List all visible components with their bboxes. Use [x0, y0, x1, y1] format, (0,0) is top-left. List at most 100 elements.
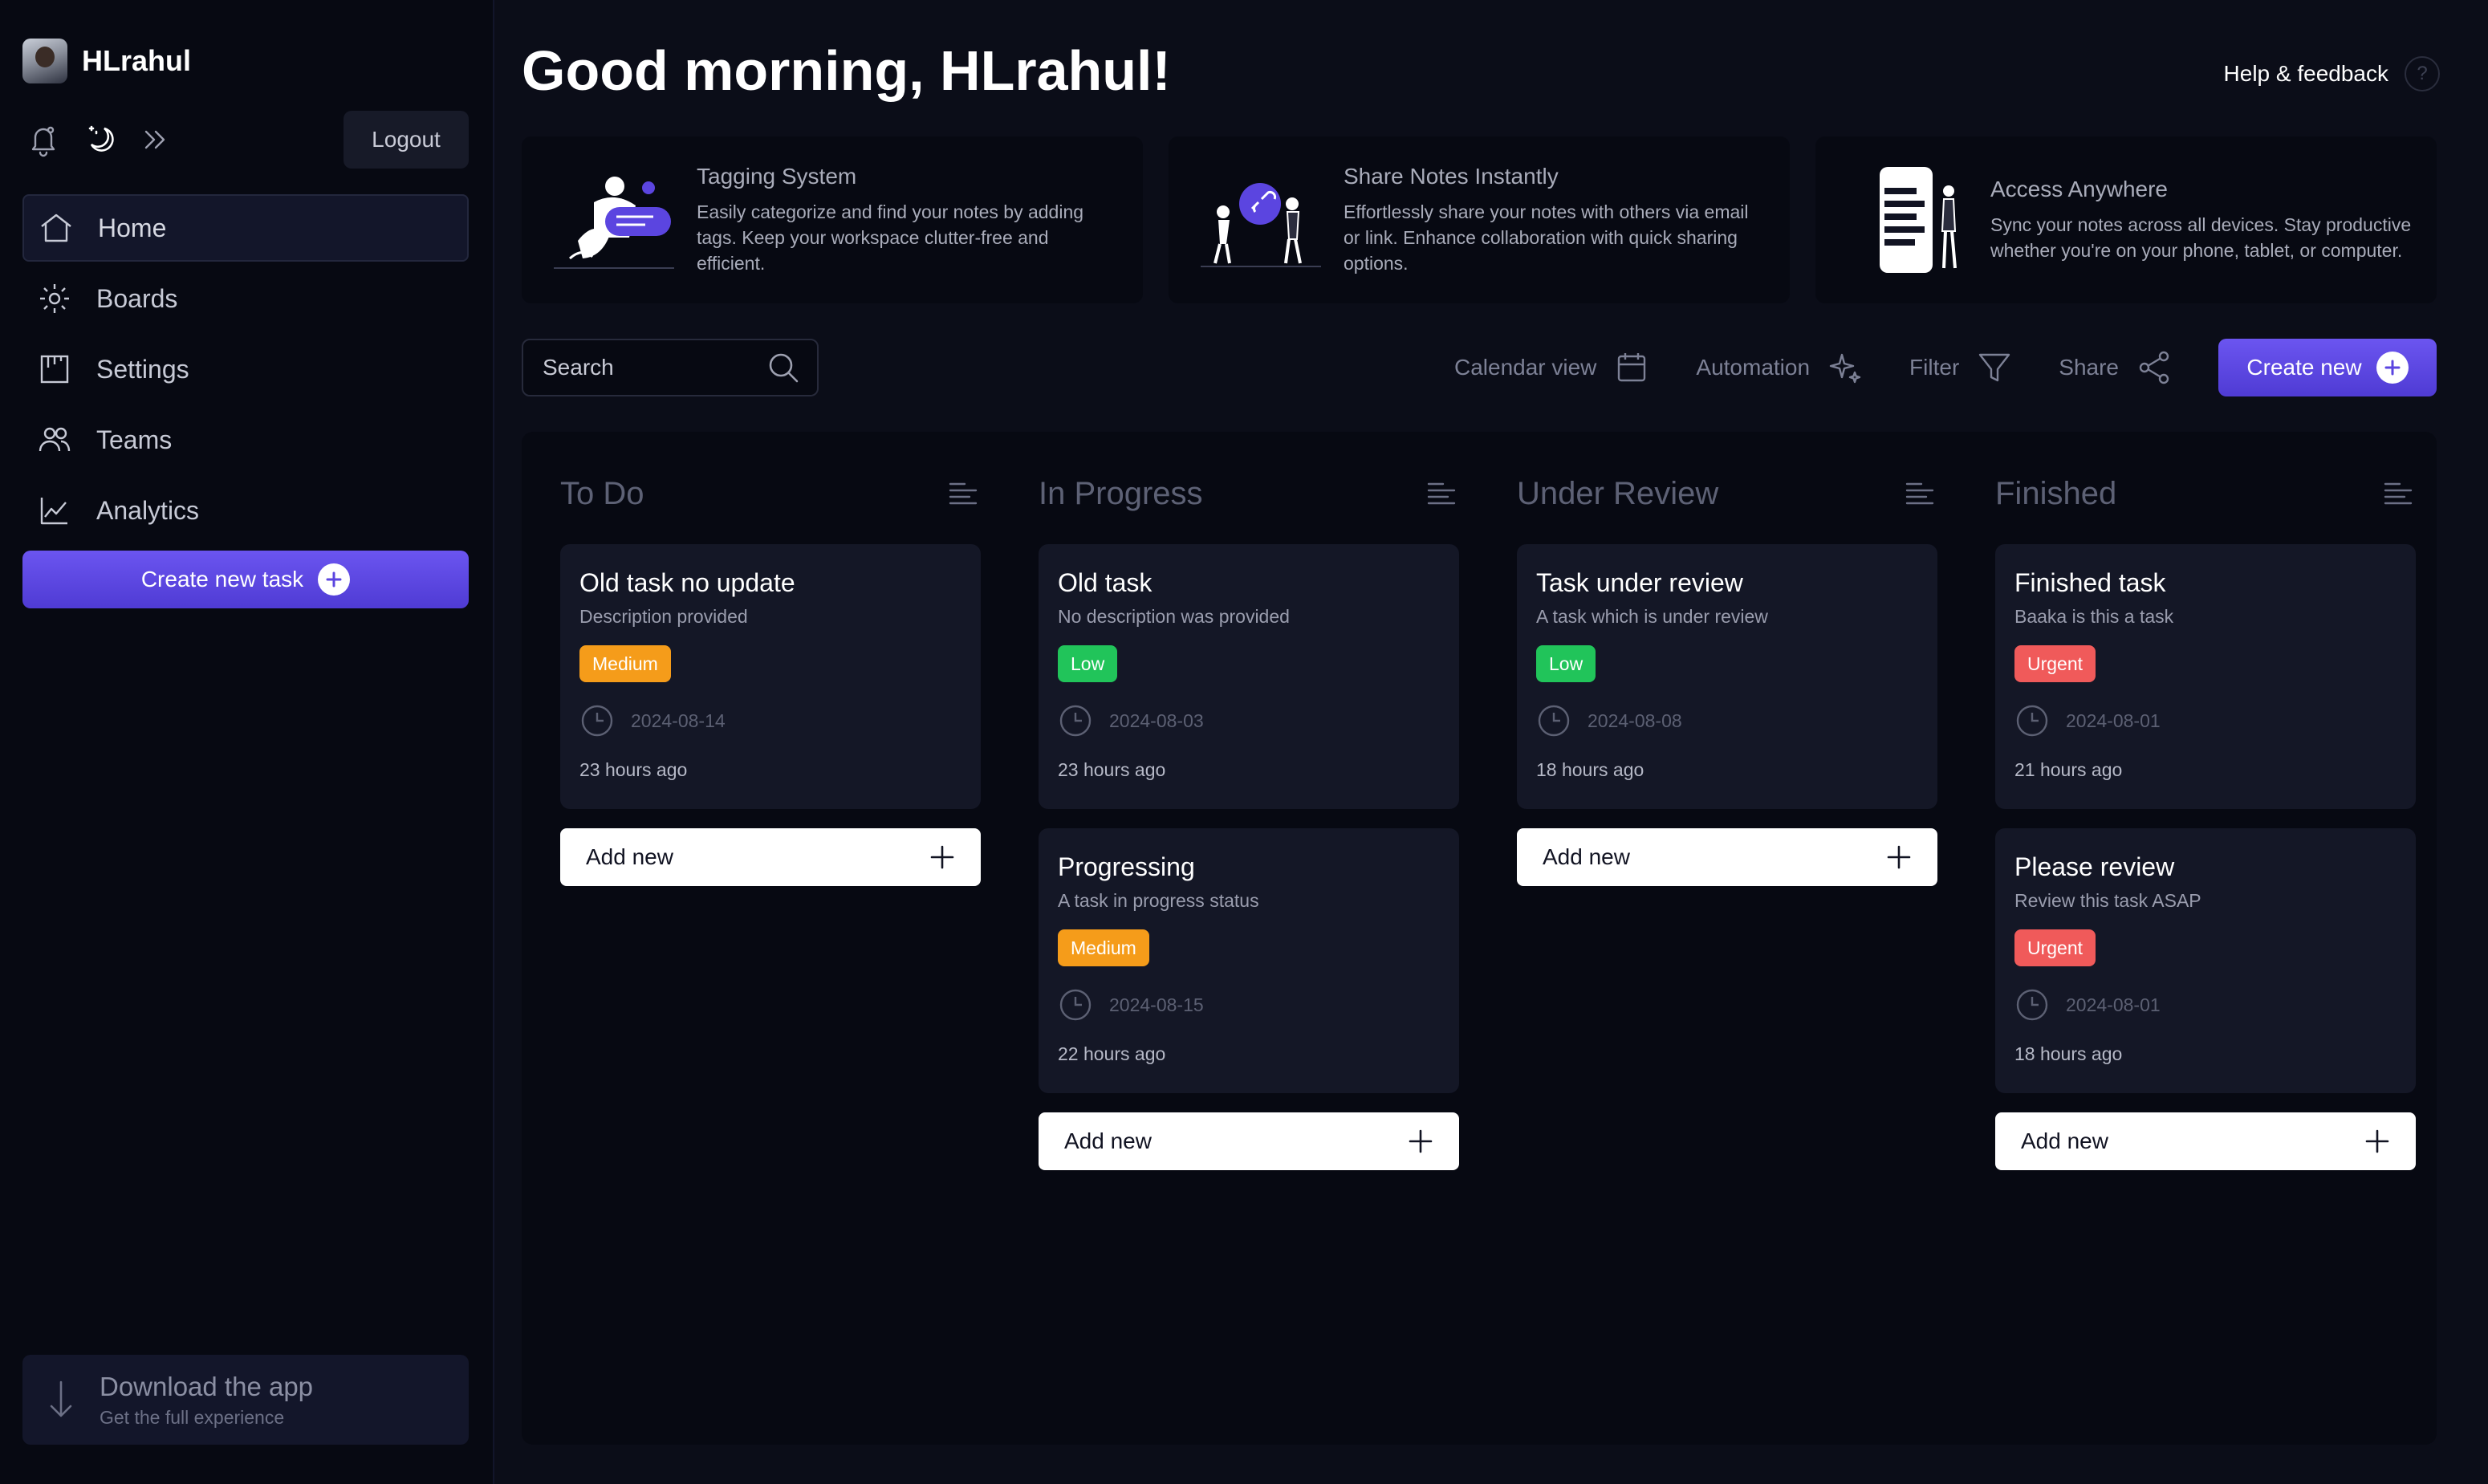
calendar-view-button[interactable]: Calendar view	[1454, 348, 1651, 387]
add-new-task-button[interactable]: Add new	[560, 828, 981, 886]
task-title: Old task no update	[579, 568, 795, 597]
task-description: Review this task ASAP	[2014, 890, 2201, 911]
add-new-task-button[interactable]: Add new	[1517, 828, 1937, 886]
board-toolbar: Calendar view Automation Filter Share Cr…	[1454, 339, 2437, 396]
plus-icon	[2376, 352, 2409, 384]
sidebar-item-label: Teams	[96, 425, 173, 454]
task-due-date: 2024-08-01	[2014, 987, 2397, 1023]
users-icon	[35, 421, 74, 459]
filter-button[interactable]: Filter	[1909, 348, 2014, 387]
add-new-task-button[interactable]: Add new	[1039, 1112, 1459, 1170]
sidebar-item-label: Home	[98, 213, 167, 242]
task-description: A task in progress status	[1058, 890, 1259, 911]
create-new-task-button[interactable]: Create new task	[22, 551, 469, 608]
board-icon	[35, 350, 74, 388]
sidebar-item-settings[interactable]: Settings	[22, 335, 469, 403]
search-input[interactable]	[543, 355, 751, 380]
add-new-task-button[interactable]: Add new	[1995, 1112, 2416, 1170]
download-title: Download the app	[100, 1371, 314, 1401]
task-updated-ago: 23 hours ago	[1058, 759, 1166, 780]
column-title: Finished	[1995, 475, 2117, 511]
download-subtitle: Get the full experience	[100, 1406, 285, 1428]
sidebar-nav: Home Boards Settings Teams Analytics	[22, 194, 469, 547]
sidebar-item-home[interactable]: Home	[22, 194, 469, 262]
arrow-down-icon	[47, 1379, 75, 1421]
task-card[interactable]: Old task no update Description provided …	[560, 544, 981, 809]
search-icon[interactable]	[766, 350, 801, 385]
calendar-icon	[1612, 348, 1651, 387]
plus-icon	[318, 563, 351, 596]
gear-icon	[35, 279, 74, 318]
column-header: Finished	[1995, 466, 2416, 522]
clock-icon	[2014, 987, 2050, 1023]
priority-badge: Medium	[579, 645, 671, 682]
task-card[interactable]: Old task No description was provided Low…	[1039, 544, 1459, 809]
add-new-label: Add new	[2021, 1128, 2108, 1153]
sparkle-icon	[1826, 348, 1864, 387]
column-menu-icon[interactable]	[1902, 476, 1937, 511]
task-updated-ago: 22 hours ago	[1058, 1043, 1166, 1064]
feature-description: Sync your notes across all devices. Stay…	[1990, 214, 2412, 261]
bell-icon[interactable]	[24, 120, 63, 159]
create-task-label: Create new task	[140, 567, 304, 592]
plus-icon	[929, 844, 955, 870]
column-menu-icon[interactable]	[945, 476, 981, 511]
task-date-text: 2024-08-01	[2066, 709, 2161, 731]
task-card[interactable]: Progressing A task in progress status Me…	[1039, 828, 1459, 1093]
feature-description: Effortlessly share your notes with other…	[1344, 201, 1749, 274]
clock-icon	[579, 703, 615, 738]
task-date-text: 2024-08-15	[1109, 994, 1204, 1015]
share-illustration-icon	[1193, 164, 1326, 276]
feature-title: Access Anywhere	[1990, 177, 2168, 201]
task-due-date: 2024-08-03	[1058, 703, 1440, 738]
task-description: A task which is under review	[1536, 606, 1768, 627]
automation-button[interactable]: Automation	[1696, 348, 1864, 387]
task-description: Baaka is this a task	[2014, 606, 2174, 627]
create-new-label: Create new	[2246, 355, 2362, 380]
double-chevron-right-icon[interactable]	[136, 120, 175, 159]
profile[interactable]: HLrahul	[22, 39, 191, 83]
column-header: To Do	[560, 466, 981, 522]
task-title: Old task	[1058, 568, 1153, 597]
task-date-text: 2024-08-08	[1588, 709, 1682, 731]
column-menu-icon[interactable]	[2380, 476, 2416, 511]
sidebar-item-analytics[interactable]: Analytics	[22, 477, 469, 544]
feature-card-share: Share Notes Instantly Effortlessly share…	[1169, 136, 1790, 303]
task-updated-ago: 18 hours ago	[1536, 759, 1644, 780]
sidebar-item-boards[interactable]: Boards	[22, 265, 469, 332]
help-feedback-link[interactable]: Help & feedback ?	[2224, 56, 2440, 91]
add-new-label: Add new	[586, 844, 673, 869]
task-title: Progressing	[1058, 852, 1195, 881]
username: HLrahul	[82, 44, 192, 77]
clock-icon	[1058, 987, 1093, 1023]
download-app-banner[interactable]: Download the app Get the full experience	[22, 1355, 469, 1445]
column-title: To Do	[560, 475, 644, 511]
plus-icon	[2364, 1128, 2390, 1154]
sidebar-item-label: Analytics	[96, 495, 200, 525]
task-due-date: 2024-08-01	[2014, 703, 2397, 738]
task-card[interactable]: Please review Review this task ASAP Urge…	[1995, 828, 2416, 1093]
theme-toggle-icon[interactable]	[80, 120, 119, 159]
page-title: Good morning, HLrahul!	[522, 39, 1171, 102]
sidebar-item-teams[interactable]: Teams	[22, 406, 469, 474]
column-to-do: To Do Old task no update Description pro…	[560, 466, 981, 886]
task-due-date: 2024-08-08	[1536, 703, 1918, 738]
plus-icon	[1886, 844, 1912, 870]
feature-card-access: Access Anywhere Sync your notes across a…	[1815, 136, 2437, 303]
filter-label: Filter	[1909, 355, 1960, 380]
logout-button[interactable]: Logout	[344, 111, 469, 169]
create-new-button[interactable]: Create new	[2218, 339, 2437, 396]
task-due-date: 2024-08-14	[579, 703, 961, 738]
column-menu-icon[interactable]	[1424, 476, 1459, 511]
filter-icon	[1975, 348, 2014, 387]
clock-icon	[1536, 703, 1571, 738]
sidebar: HLrahul Logout Home Boards Settings Team…	[0, 0, 494, 1484]
search-bar[interactable]	[522, 339, 819, 396]
task-updated-ago: 21 hours ago	[2014, 759, 2123, 780]
column-under-review: Under Review Task under review A task wh…	[1517, 466, 1937, 886]
share-button[interactable]: Share	[2059, 348, 2173, 387]
task-card[interactable]: Task under review A task which is under …	[1517, 544, 1937, 809]
plus-icon	[1408, 1128, 1433, 1154]
task-card[interactable]: Finished task Baaka is this a task Urgen…	[1995, 544, 2416, 809]
avatar	[22, 39, 67, 83]
